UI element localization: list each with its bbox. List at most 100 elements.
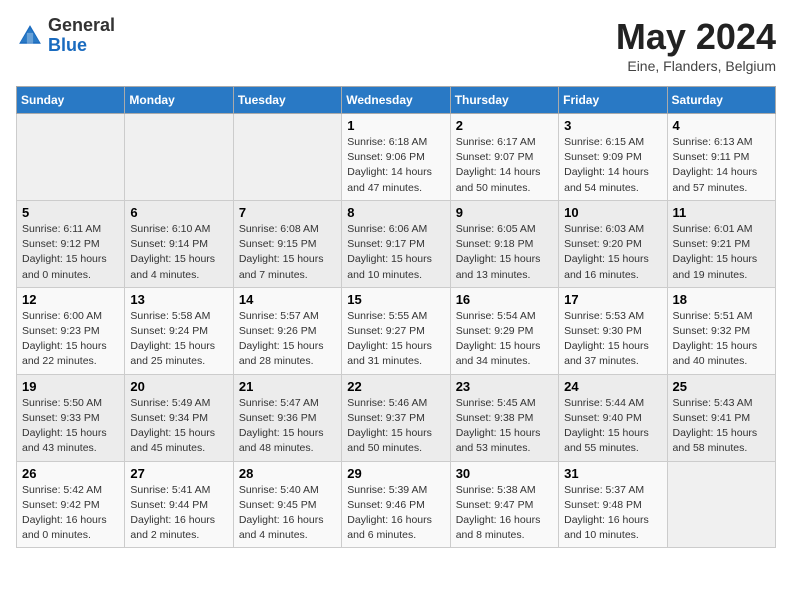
calendar-cell: 15 Sunrise: 5:55 AMSunset: 9:27 PMDayligh… (342, 287, 450, 374)
weekday-header-monday: Monday (125, 87, 233, 114)
weekday-header-row: SundayMondayTuesdayWednesdayThursdayFrid… (17, 87, 776, 114)
calendar-cell: 27Sunrise: 5:41 AMSunset: 9:44 PMDayligh… (125, 461, 233, 548)
calendar-cell: 23 Sunrise: 5:45 AMSunset: 9:38 PMDayligh… (450, 374, 558, 461)
day-number: 13 (130, 292, 227, 307)
day-number: 25 (673, 379, 770, 394)
calendar-cell: 12 Sunrise: 6:00 AMSunset: 9:23 PMDayligh… (17, 287, 125, 374)
location-subtitle: Eine, Flanders, Belgium (616, 58, 776, 74)
day-info: Sunrise: 5:41 AMSunset: 9:44 PMDaylight:… (130, 483, 227, 544)
calendar-cell: 24Sunrise: 5:44 AMSunset: 9:40 PMDayligh… (559, 374, 667, 461)
day-info: Sunrise: 5:49 AMSunset: 9:34 PMDaylight:… (130, 396, 227, 457)
weekday-header-saturday: Saturday (667, 87, 775, 114)
calendar-cell: 20 Sunrise: 5:49 AMSunset: 9:34 PMDayligh… (125, 374, 233, 461)
day-info: Sunrise: 5:51 AMSunset: 9:32 PMDaylight:… (673, 309, 770, 370)
calendar-cell: 8 Sunrise: 6:06 AMSunset: 9:17 PMDaylight… (342, 200, 450, 287)
day-number: 14 (239, 292, 336, 307)
day-number: 17 (564, 292, 661, 307)
day-number: 3 (564, 118, 661, 133)
day-number: 8 (347, 205, 444, 220)
calendar-cell: 1 Sunrise: 6:18 AMSunset: 9:06 PMDaylight… (342, 114, 450, 201)
calendar-cell: 21Sunrise: 5:47 AMSunset: 9:36 PMDayligh… (233, 374, 341, 461)
day-number: 23 (456, 379, 553, 394)
calendar-cell: 16 Sunrise: 5:54 AMSunset: 9:29 PMDayligh… (450, 287, 558, 374)
day-number: 20 (130, 379, 227, 394)
weekday-header-thursday: Thursday (450, 87, 558, 114)
calendar-cell: 30 Sunrise: 5:38 AMSunset: 9:47 PMDayligh… (450, 461, 558, 548)
day-number: 9 (456, 205, 553, 220)
day-number: 2 (456, 118, 553, 133)
day-number: 11 (673, 205, 770, 220)
day-info: Sunrise: 6:05 AMSunset: 9:18 PMDaylight:… (456, 222, 553, 283)
calendar-cell: 22 Sunrise: 5:46 AMSunset: 9:37 PMDayligh… (342, 374, 450, 461)
day-number: 28 (239, 466, 336, 481)
day-info: Sunrise: 5:55 AMSunset: 9:27 PMDaylight:… (347, 309, 444, 370)
day-info: Sunrise: 5:57 AMSunset: 9:26 PMDaylight:… (239, 309, 336, 370)
title-block: May 2024 Eine, Flanders, Belgium (616, 16, 776, 74)
day-number: 4 (673, 118, 770, 133)
day-number: 16 (456, 292, 553, 307)
day-info: Sunrise: 5:43 AMSunset: 9:41 PMDaylight:… (673, 396, 770, 457)
day-info: Sunrise: 6:10 AMSunset: 9:14 PMDaylight:… (130, 222, 227, 283)
day-number: 22 (347, 379, 444, 394)
day-number: 12 (22, 292, 119, 307)
day-number: 15 (347, 292, 444, 307)
calendar-cell (125, 114, 233, 201)
day-info: Sunrise: 6:13 AMSunset: 9:11 PMDaylight:… (673, 135, 770, 196)
logo: General Blue (16, 16, 115, 56)
day-info: Sunrise: 6:15 AMSunset: 9:09 PMDaylight:… (564, 135, 661, 196)
calendar-cell: 19Sunrise: 5:50 AMSunset: 9:33 PMDayligh… (17, 374, 125, 461)
day-number: 19 (22, 379, 119, 394)
day-info: Sunrise: 6:06 AMSunset: 9:17 PMDaylight:… (347, 222, 444, 283)
day-number: 6 (130, 205, 227, 220)
day-number: 18 (673, 292, 770, 307)
calendar-cell: 13 Sunrise: 5:58 AMSunset: 9:24 PMDayligh… (125, 287, 233, 374)
day-info: Sunrise: 5:44 AMSunset: 9:40 PMDaylight:… (564, 396, 661, 457)
day-number: 5 (22, 205, 119, 220)
calendar-cell: 6 Sunrise: 6:10 AMSunset: 9:14 PMDaylight… (125, 200, 233, 287)
page-header: General Blue May 2024 Eine, Flanders, Be… (16, 16, 776, 74)
day-info: Sunrise: 5:38 AMSunset: 9:47 PMDaylight:… (456, 483, 553, 544)
weekday-header-wednesday: Wednesday (342, 87, 450, 114)
logo-icon (16, 22, 44, 50)
calendar-cell: 25 Sunrise: 5:43 AMSunset: 9:41 PMDayligh… (667, 374, 775, 461)
day-info: Sunrise: 5:45 AMSunset: 9:38 PMDaylight:… (456, 396, 553, 457)
calendar-cell: 17 Sunrise: 5:53 AMSunset: 9:30 PMDayligh… (559, 287, 667, 374)
day-number: 10 (564, 205, 661, 220)
calendar-cell: 11 Sunrise: 6:01 AMSunset: 9:21 PMDayligh… (667, 200, 775, 287)
day-info: Sunrise: 5:54 AMSunset: 9:29 PMDaylight:… (456, 309, 553, 370)
day-info: Sunrise: 6:17 AMSunset: 9:07 PMDaylight:… (456, 135, 553, 196)
day-info: Sunrise: 6:01 AMSunset: 9:21 PMDaylight:… (673, 222, 770, 283)
day-info: Sunrise: 6:08 AMSunset: 9:15 PMDaylight:… (239, 222, 336, 283)
day-info: Sunrise: 5:47 AMSunset: 9:36 PMDaylight:… (239, 396, 336, 457)
calendar-cell: 7 Sunrise: 6:08 AMSunset: 9:15 PMDaylight… (233, 200, 341, 287)
calendar-week-row: 1 Sunrise: 6:18 AMSunset: 9:06 PMDaylight… (17, 114, 776, 201)
calendar-week-row: 12 Sunrise: 6:00 AMSunset: 9:23 PMDayligh… (17, 287, 776, 374)
calendar-week-row: 26Sunrise: 5:42 AMSunset: 9:42 PMDayligh… (17, 461, 776, 548)
day-info: Sunrise: 5:46 AMSunset: 9:37 PMDaylight:… (347, 396, 444, 457)
calendar-cell (17, 114, 125, 201)
day-number: 29 (347, 466, 444, 481)
weekday-header-sunday: Sunday (17, 87, 125, 114)
calendar-cell: 14 Sunrise: 5:57 AMSunset: 9:26 PMDayligh… (233, 287, 341, 374)
calendar-body: 1 Sunrise: 6:18 AMSunset: 9:06 PMDaylight… (17, 114, 776, 548)
day-info: Sunrise: 6:11 AMSunset: 9:12 PMDaylight:… (22, 222, 119, 283)
main-title: May 2024 (616, 16, 776, 58)
calendar-cell: 26Sunrise: 5:42 AMSunset: 9:42 PMDayligh… (17, 461, 125, 548)
day-info: Sunrise: 5:40 AMSunset: 9:45 PMDaylight:… (239, 483, 336, 544)
calendar-cell: 29 Sunrise: 5:39 AMSunset: 9:46 PMDayligh… (342, 461, 450, 548)
day-info: Sunrise: 5:58 AMSunset: 9:24 PMDaylight:… (130, 309, 227, 370)
day-number: 7 (239, 205, 336, 220)
calendar-cell (233, 114, 341, 201)
calendar-cell: 10Sunrise: 6:03 AMSunset: 9:20 PMDayligh… (559, 200, 667, 287)
calendar-cell (667, 461, 775, 548)
day-info: Sunrise: 6:18 AMSunset: 9:06 PMDaylight:… (347, 135, 444, 196)
day-info: Sunrise: 6:00 AMSunset: 9:23 PMDaylight:… (22, 309, 119, 370)
day-info: Sunrise: 5:53 AMSunset: 9:30 PMDaylight:… (564, 309, 661, 370)
day-number: 1 (347, 118, 444, 133)
logo-general-text: General (48, 16, 115, 36)
day-number: 30 (456, 466, 553, 481)
calendar-week-row: 19Sunrise: 5:50 AMSunset: 9:33 PMDayligh… (17, 374, 776, 461)
calendar-cell: 9 Sunrise: 6:05 AMSunset: 9:18 PMDaylight… (450, 200, 558, 287)
day-info: Sunrise: 5:39 AMSunset: 9:46 PMDaylight:… (347, 483, 444, 544)
calendar-cell: 28 Sunrise: 5:40 AMSunset: 9:45 PMDayligh… (233, 461, 341, 548)
